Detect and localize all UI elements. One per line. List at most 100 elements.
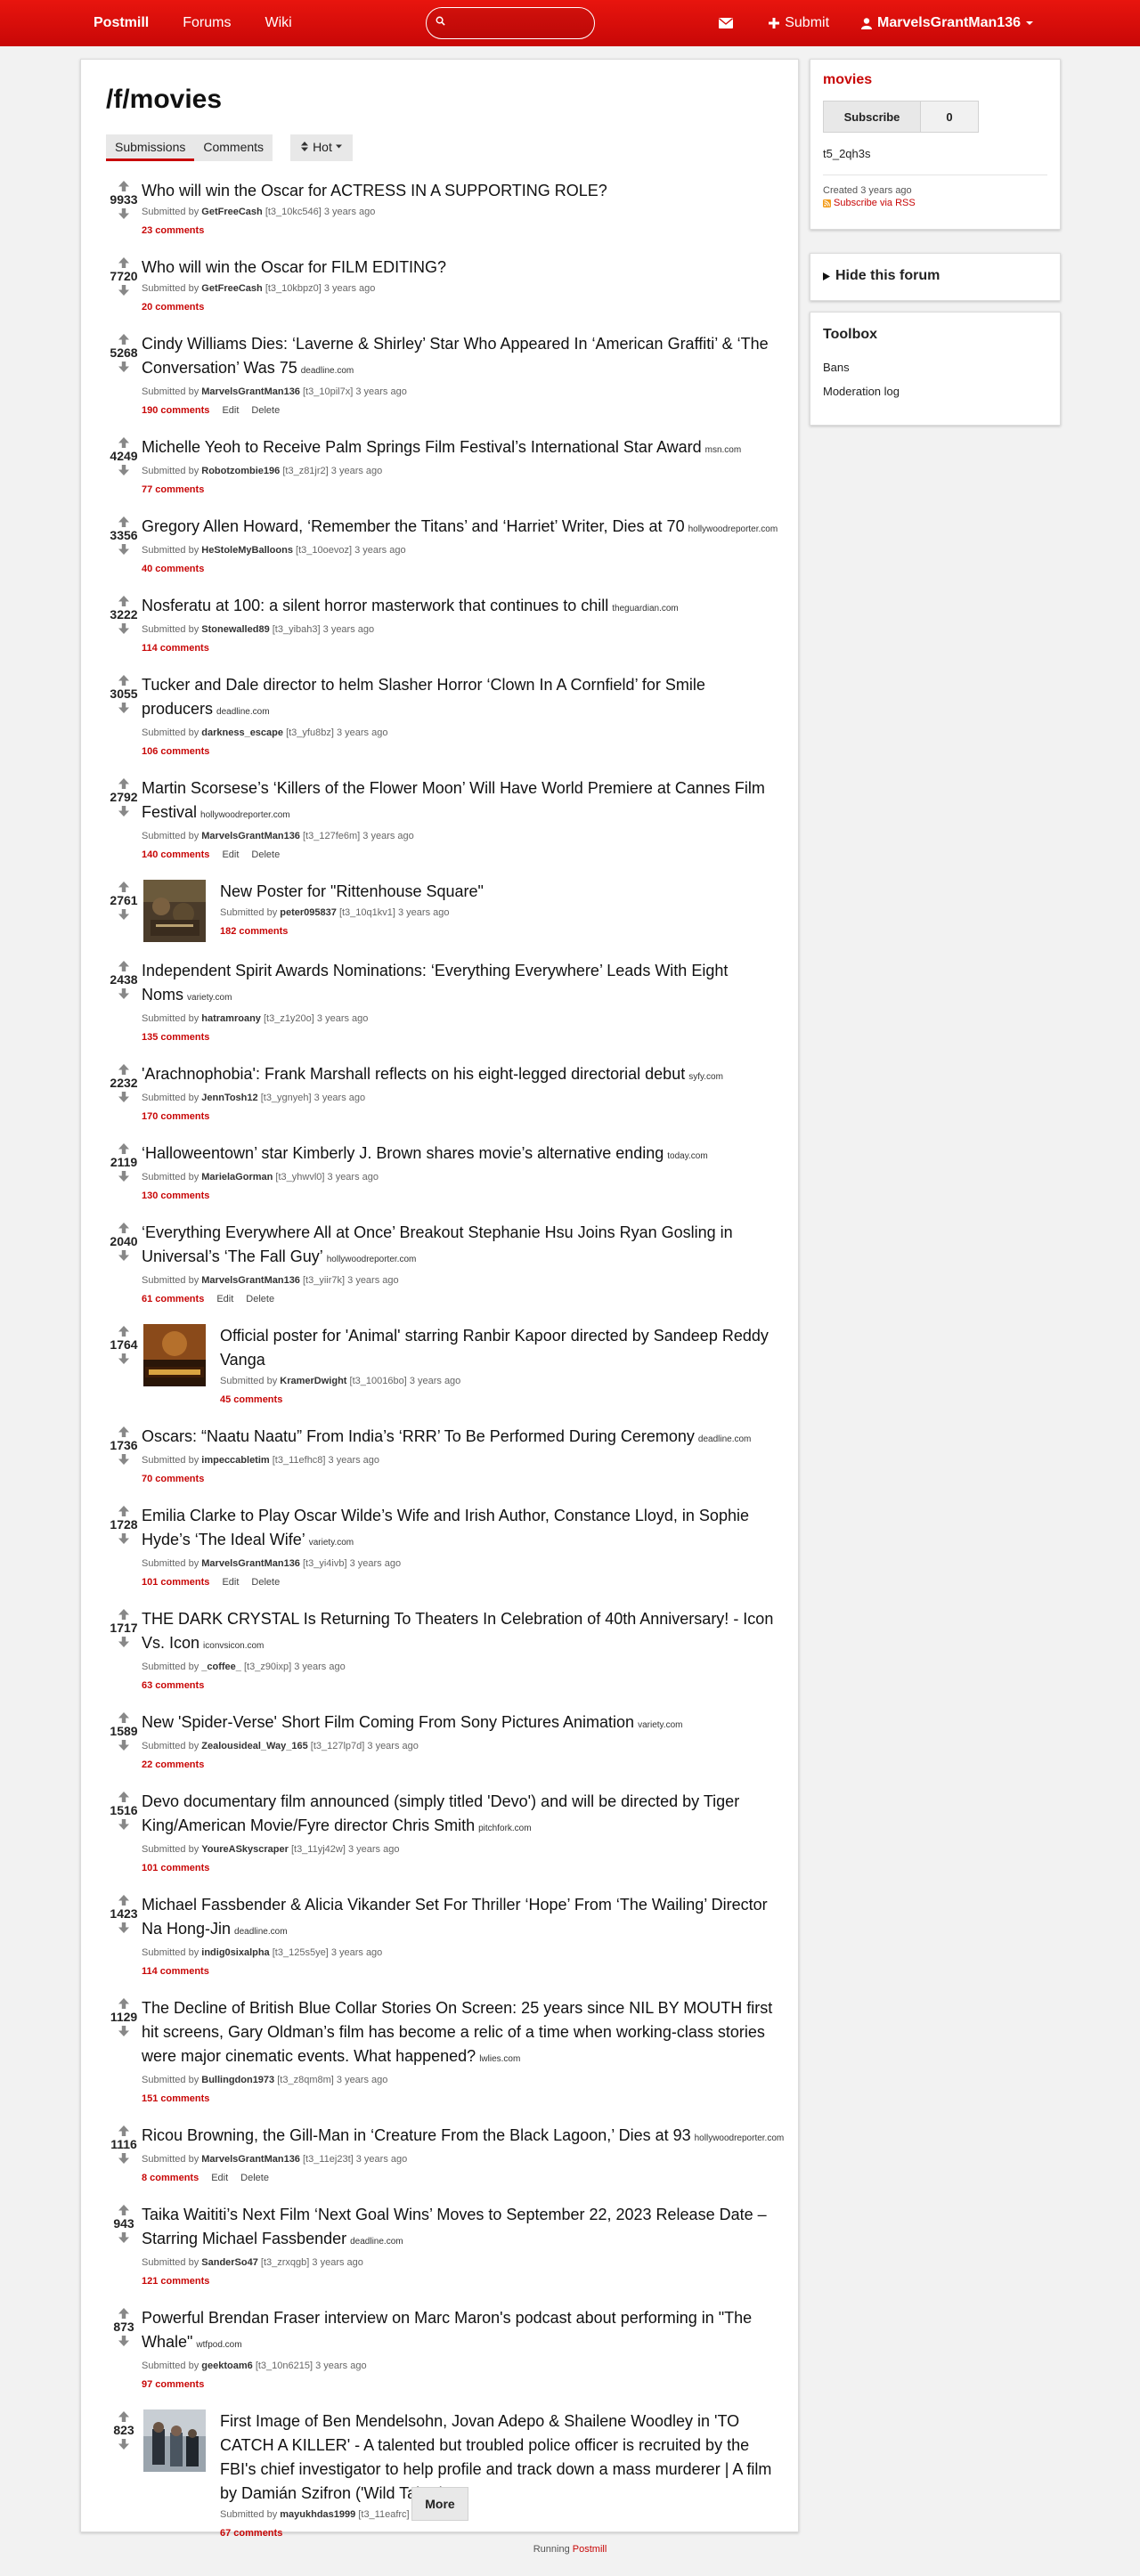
upvote-arrow-icon[interactable] xyxy=(118,1064,129,1075)
submission-title[interactable]: Oscars: “Naatu Naatu” From India’s ‘RRR’… xyxy=(142,1425,786,1451)
submission-author[interactable]: Zealousideal_Way_165 xyxy=(201,1741,307,1751)
edit-link[interactable]: Edit xyxy=(211,2173,228,2183)
submission-title-text[interactable]: Emilia Clarke to Play Oscar Wilde’s Wife… xyxy=(142,1507,749,1548)
comments-link[interactable]: 114 comments xyxy=(142,1966,209,1977)
comments-link[interactable]: 170 comments xyxy=(142,1111,209,1122)
comments-link[interactable]: 151 comments xyxy=(142,2093,209,2104)
upvote-arrow-icon[interactable] xyxy=(118,437,129,448)
comments-link[interactable]: 61 comments xyxy=(142,1294,204,1304)
downvote-arrow-icon[interactable] xyxy=(118,1922,129,1933)
comments-link[interactable]: 114 comments xyxy=(142,643,209,654)
comments-link[interactable]: 101 comments xyxy=(142,1577,209,1588)
submission-title-text[interactable]: Cindy Williams Dies: ‘Laverne & Shirley’… xyxy=(142,335,769,377)
submission-domain[interactable]: wtfpod.com xyxy=(196,2340,241,2350)
submission-domain[interactable]: variety.com xyxy=(638,1720,682,1730)
downvote-arrow-icon[interactable] xyxy=(118,1740,129,1751)
comments-link[interactable]: 63 comments xyxy=(142,1680,204,1691)
comments-link[interactable]: 23 comments xyxy=(142,225,204,236)
downvote-arrow-icon[interactable] xyxy=(118,1171,129,1182)
delete-link[interactable]: Delete xyxy=(251,405,280,416)
comments-link[interactable]: 140 comments xyxy=(142,849,209,860)
comments-link[interactable]: 20 comments xyxy=(142,302,204,313)
comments-link[interactable]: 106 comments xyxy=(142,746,209,757)
submission-title[interactable]: Taika Waititi’s Next Film ‘Next Goal Win… xyxy=(142,2203,786,2254)
upvote-arrow-icon[interactable] xyxy=(118,1609,129,1620)
comments-link[interactable]: 8 comments xyxy=(142,2173,199,2183)
tab-comments[interactable]: Comments xyxy=(194,134,273,161)
submission-title-text[interactable]: Gregory Allen Howard, ‘Remember the Tita… xyxy=(142,517,685,535)
downvote-arrow-icon[interactable] xyxy=(118,362,129,372)
submission-author[interactable]: MarvelsGrantMan136 xyxy=(201,1558,300,1569)
upvote-arrow-icon[interactable] xyxy=(118,181,129,191)
downvote-arrow-icon[interactable] xyxy=(118,208,129,219)
submission-domain[interactable]: deadline.com xyxy=(234,1927,287,1937)
submission-title-text[interactable]: Official poster for 'Animal' starring Ra… xyxy=(220,1327,769,1369)
submission-title[interactable]: Powerful Brendan Fraser interview on Mar… xyxy=(142,2306,786,2357)
submission-author[interactable]: darkness_escape xyxy=(201,727,283,738)
toolbox-link-bans[interactable]: Bans xyxy=(823,361,1047,374)
downvote-arrow-icon[interactable] xyxy=(118,806,129,817)
submission-title[interactable]: ‘Everything Everywhere All at Once’ Brea… xyxy=(142,1221,786,1272)
edit-link[interactable]: Edit xyxy=(222,405,239,416)
upvote-arrow-icon[interactable] xyxy=(118,1506,129,1516)
downvote-arrow-icon[interactable] xyxy=(118,703,129,713)
hide-forum-toggle[interactable]: Hide this forum xyxy=(823,268,1047,284)
upvote-arrow-icon[interactable] xyxy=(118,1895,129,1906)
submission-author[interactable]: MarvelsGrantMan136 xyxy=(201,386,300,397)
submission-domain[interactable]: hollywoodreporter.com xyxy=(200,810,290,820)
submission-author[interactable]: GetFreeCash xyxy=(201,283,262,294)
submission-domain[interactable]: theguardian.com xyxy=(612,604,679,614)
submission-domain[interactable]: pitchfork.com xyxy=(478,1824,531,1833)
envelope-icon[interactable] xyxy=(719,18,734,28)
submission-thumbnail[interactable] xyxy=(143,880,206,942)
submission-title[interactable]: Michelle Yeoh to Receive Palm Springs Fi… xyxy=(142,435,786,462)
nav-forums-link[interactable]: Forums xyxy=(183,15,231,31)
upvote-arrow-icon[interactable] xyxy=(118,1712,129,1723)
upvote-arrow-icon[interactable] xyxy=(118,882,129,892)
delete-link[interactable]: Delete xyxy=(251,1577,280,1588)
subscribe-button[interactable]: Subscribe xyxy=(823,101,921,133)
submission-title[interactable]: Ricou Browning, the Gill-Man in ‘Creatur… xyxy=(142,2124,786,2150)
submission-author[interactable]: MarielaGorman xyxy=(201,1172,273,1182)
submission-author[interactable]: indig0sixalpha xyxy=(201,1947,269,1958)
footer-postmill-link[interactable]: Postmill xyxy=(573,2544,607,2555)
upvote-arrow-icon[interactable] xyxy=(118,1143,129,1154)
comments-link[interactable]: 45 comments xyxy=(220,1394,282,1405)
submission-title-text[interactable]: New Poster for "Rittenhouse Square" xyxy=(220,882,484,900)
downvote-arrow-icon[interactable] xyxy=(118,544,129,555)
submission-author[interactable]: MarvelsGrantMan136 xyxy=(201,831,300,841)
submission-domain[interactable]: today.com xyxy=(667,1151,707,1161)
submission-domain[interactable]: deadline.com xyxy=(216,707,269,717)
submission-title-text[interactable]: Ricou Browning, the Gill-Man in ‘Creatur… xyxy=(142,2126,691,2144)
downvote-arrow-icon[interactable] xyxy=(118,2232,129,2243)
upvote-arrow-icon[interactable] xyxy=(118,675,129,686)
toolbox-link-moderation-log[interactable]: Moderation log xyxy=(823,385,1047,398)
submission-author[interactable]: YoureASkyscraper xyxy=(201,1844,289,1855)
submission-author[interactable]: impeccabletim xyxy=(201,1455,269,1466)
upvote-arrow-icon[interactable] xyxy=(118,2205,129,2215)
submission-title[interactable]: Martin Scorsese’s ‘Killers of the Flower… xyxy=(142,776,786,827)
submission-domain[interactable]: deadline.com xyxy=(698,1434,751,1444)
comments-link[interactable]: 101 comments xyxy=(142,1863,209,1873)
user-menu[interactable]: MarvelsGrantMan136 xyxy=(861,15,1033,31)
submission-author[interactable]: Bullingdon1973 xyxy=(201,2075,274,2085)
comments-link[interactable]: 40 comments xyxy=(142,564,204,574)
comments-link[interactable]: 67 comments xyxy=(220,2528,282,2539)
delete-link[interactable]: Delete xyxy=(240,2173,269,2183)
submission-domain[interactable]: deadline.com xyxy=(350,2237,403,2247)
submission-title[interactable]: Cindy Williams Dies: ‘Laverne & Shirley’… xyxy=(142,332,786,383)
upvote-arrow-icon[interactable] xyxy=(118,1223,129,1233)
submission-thumbnail[interactable] xyxy=(143,1324,206,1386)
submission-title-text[interactable]: Who will win the Oscar for FILM EDITING? xyxy=(142,258,446,276)
submission-domain[interactable]: variety.com xyxy=(309,1538,354,1548)
submission-title[interactable]: Tucker and Dale director to helm Slasher… xyxy=(142,673,786,724)
submission-title[interactable]: Michael Fassbender & Alicia Vikander Set… xyxy=(142,1893,786,1944)
downvote-arrow-icon[interactable] xyxy=(118,2153,129,2164)
upvote-arrow-icon[interactable] xyxy=(118,1326,129,1337)
downvote-arrow-icon[interactable] xyxy=(118,1819,129,1830)
comments-link[interactable]: 130 comments xyxy=(142,1190,209,1201)
submission-author[interactable]: hatramroany xyxy=(201,1013,261,1024)
submission-title[interactable]: Official poster for 'Animal' starring Ra… xyxy=(220,1324,786,1372)
sort-dropdown[interactable]: Hot xyxy=(290,134,353,161)
submission-domain[interactable]: lwlies.com xyxy=(479,2054,520,2064)
